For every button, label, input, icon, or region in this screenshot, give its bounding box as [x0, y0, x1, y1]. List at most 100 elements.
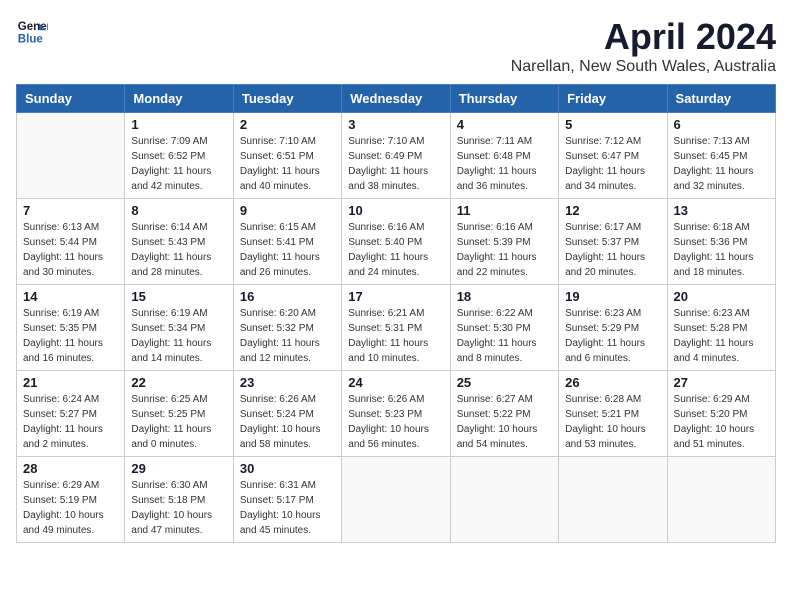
calendar-cell: 10 Sunrise: 6:16 AM Sunset: 5:40 PM Dayli… — [342, 199, 450, 285]
day-number: 17 — [348, 289, 443, 304]
calendar-cell: 13Sunrise: 6:18 AM Sunset: 5:36 PM Dayli… — [667, 199, 775, 285]
calendar-cell: 8 Sunrise: 6:14 AM Sunset: 5:43 PM Daylig… — [125, 199, 233, 285]
day-info: Sunrise: 7:09 AM Sunset: 6:52 PM Dayligh… — [131, 134, 226, 194]
calendar-cell: 6 Sunrise: 7:13 AM Sunset: 6:45 PM Daylig… — [667, 113, 775, 199]
calendar-cell: 19 Sunrise: 6:23 AM Sunset: 5:29 PM Dayli… — [559, 285, 667, 371]
day-number: 24 — [348, 375, 443, 390]
day-number: 7 — [23, 203, 118, 218]
calendar-cell: 22 Sunrise: 6:25 AM Sunset: 5:25 PM Dayli… — [125, 371, 233, 457]
calendar-cell: 17 Sunrise: 6:21 AM Sunset: 5:31 PM Dayli… — [342, 285, 450, 371]
calendar-cell: 20 Sunrise: 6:23 AM Sunset: 5:28 PM Dayli… — [667, 285, 775, 371]
day-number: 28 — [23, 461, 118, 476]
calendar-cell: 28 Sunrise: 6:29 AM Sunset: 5:19 PM Dayli… — [17, 457, 125, 543]
day-number: 8 — [131, 203, 226, 218]
day-info: Sunrise: 7:11 AM Sunset: 6:48 PM Dayligh… — [457, 134, 552, 194]
day-number: 18 — [457, 289, 552, 304]
calendar-cell: 12 Sunrise: 6:17 AM Sunset: 5:37 PM Dayli… — [559, 199, 667, 285]
calendar-cell — [559, 457, 667, 543]
calendar-week-row: 7 Sunrise: 6:13 AM Sunset: 5:44 PM Daylig… — [17, 199, 776, 285]
day-info: Sunrise: 6:20 AM Sunset: 5:32 PM Dayligh… — [240, 306, 335, 366]
calendar-cell: 21Sunrise: 6:24 AM Sunset: 5:27 PM Dayli… — [17, 371, 125, 457]
day-number: 6 — [674, 117, 769, 132]
day-info: Sunrise: 6:23 AM Sunset: 5:29 PM Dayligh… — [565, 306, 660, 366]
location-title: Narellan, New South Wales, Australia — [511, 58, 776, 76]
day-info: Sunrise: 6:27 AM Sunset: 5:22 PM Dayligh… — [457, 392, 552, 452]
logo: General Blue — [16, 16, 48, 48]
day-info: Sunrise: 6:13 AM Sunset: 5:44 PM Dayligh… — [23, 220, 118, 280]
day-number: 11 — [457, 203, 552, 218]
weekday-header: Wednesday — [342, 85, 450, 113]
calendar-cell: 4 Sunrise: 7:11 AM Sunset: 6:48 PM Daylig… — [450, 113, 558, 199]
day-number: 25 — [457, 375, 552, 390]
day-info: Sunrise: 6:19 AM Sunset: 5:35 PM Dayligh… — [23, 306, 118, 366]
calendar-cell: 7 Sunrise: 6:13 AM Sunset: 5:44 PM Daylig… — [17, 199, 125, 285]
day-info: Sunrise: 7:12 AM Sunset: 6:47 PM Dayligh… — [565, 134, 660, 194]
month-title: April 2024 — [511, 16, 776, 58]
calendar-cell — [667, 457, 775, 543]
day-info: Sunrise: 6:22 AM Sunset: 5:30 PM Dayligh… — [457, 306, 552, 366]
day-info: Sunrise: 6:25 AM Sunset: 5:25 PM Dayligh… — [131, 392, 226, 452]
day-info: Sunrise: 6:17 AM Sunset: 5:37 PM Dayligh… — [565, 220, 660, 280]
day-number: 15 — [131, 289, 226, 304]
calendar-cell: 3Sunrise: 7:10 AM Sunset: 6:49 PM Daylig… — [342, 113, 450, 199]
day-info: Sunrise: 6:29 AM Sunset: 5:20 PM Dayligh… — [674, 392, 769, 452]
weekday-header: Saturday — [667, 85, 775, 113]
calendar-cell: 24 Sunrise: 6:26 AM Sunset: 5:23 PM Dayli… — [342, 371, 450, 457]
day-number: 27 — [674, 375, 769, 390]
day-info: Sunrise: 7:10 AM Sunset: 6:51 PM Dayligh… — [240, 134, 335, 194]
day-number: 26 — [565, 375, 660, 390]
calendar-week-row: 14 Sunrise: 6:19 AM Sunset: 5:35 PM Dayli… — [17, 285, 776, 371]
calendar-cell: 14 Sunrise: 6:19 AM Sunset: 5:35 PM Dayli… — [17, 285, 125, 371]
day-info: Sunrise: 6:18 AM Sunset: 5:36 PM Dayligh… — [674, 220, 769, 280]
svg-text:General: General — [18, 21, 48, 33]
weekday-header: Sunday — [17, 85, 125, 113]
day-info: Sunrise: 6:26 AM Sunset: 5:24 PM Dayligh… — [240, 392, 335, 452]
day-info: Sunrise: 6:16 AM Sunset: 5:40 PM Dayligh… — [348, 220, 443, 280]
weekday-header: Friday — [559, 85, 667, 113]
day-number: 5 — [565, 117, 660, 132]
day-number: 19 — [565, 289, 660, 304]
day-info: Sunrise: 6:31 AM Sunset: 5:17 PM Dayligh… — [240, 478, 335, 538]
day-number: 20 — [674, 289, 769, 304]
calendar-cell: 16Sunrise: 6:20 AM Sunset: 5:32 PM Dayli… — [233, 285, 341, 371]
calendar-cell: 27 Sunrise: 6:29 AM Sunset: 5:20 PM Dayli… — [667, 371, 775, 457]
day-info: Sunrise: 7:13 AM Sunset: 6:45 PM Dayligh… — [674, 134, 769, 194]
day-info: Sunrise: 6:23 AM Sunset: 5:28 PM Dayligh… — [674, 306, 769, 366]
day-number: 14 — [23, 289, 118, 304]
day-number: 30 — [240, 461, 335, 476]
calendar-cell: 11Sunrise: 6:16 AM Sunset: 5:39 PM Dayli… — [450, 199, 558, 285]
day-number: 4 — [457, 117, 552, 132]
weekday-header-row: SundayMondayTuesdayWednesdayThursdayFrid… — [17, 85, 776, 113]
day-number: 12 — [565, 203, 660, 218]
calendar-cell: 15 Sunrise: 6:19 AM Sunset: 5:34 PM Dayli… — [125, 285, 233, 371]
calendar-week-row: 28 Sunrise: 6:29 AM Sunset: 5:19 PM Dayli… — [17, 457, 776, 543]
calendar-cell: 30 Sunrise: 6:31 AM Sunset: 5:17 PM Dayli… — [233, 457, 341, 543]
day-info: Sunrise: 6:21 AM Sunset: 5:31 PM Dayligh… — [348, 306, 443, 366]
calendar-cell: 18 Sunrise: 6:22 AM Sunset: 5:30 PM Dayli… — [450, 285, 558, 371]
day-number: 23 — [240, 375, 335, 390]
day-number: 21 — [23, 375, 118, 390]
calendar-cell — [342, 457, 450, 543]
calendar-cell: 23 Sunrise: 6:26 AM Sunset: 5:24 PM Dayli… — [233, 371, 341, 457]
day-info: Sunrise: 6:30 AM Sunset: 5:18 PM Dayligh… — [131, 478, 226, 538]
day-info: Sunrise: 6:14 AM Sunset: 5:43 PM Dayligh… — [131, 220, 226, 280]
day-info: Sunrise: 6:19 AM Sunset: 5:34 PM Dayligh… — [131, 306, 226, 366]
day-number: 2 — [240, 117, 335, 132]
calendar-week-row: 1Sunrise: 7:09 AM Sunset: 6:52 PM Daylig… — [17, 113, 776, 199]
calendar-table: SundayMondayTuesdayWednesdayThursdayFrid… — [16, 84, 776, 543]
calendar-cell: 2 Sunrise: 7:10 AM Sunset: 6:51 PM Daylig… — [233, 113, 341, 199]
weekday-header: Monday — [125, 85, 233, 113]
day-number: 3 — [348, 117, 443, 132]
logo-icon: General Blue — [16, 16, 48, 48]
calendar-cell: 5 Sunrise: 7:12 AM Sunset: 6:47 PM Daylig… — [559, 113, 667, 199]
day-info: Sunrise: 6:29 AM Sunset: 5:19 PM Dayligh… — [23, 478, 118, 538]
weekday-header: Tuesday — [233, 85, 341, 113]
day-number: 10 — [348, 203, 443, 218]
calendar-cell: 25 Sunrise: 6:27 AM Sunset: 5:22 PM Dayli… — [450, 371, 558, 457]
day-info: Sunrise: 6:26 AM Sunset: 5:23 PM Dayligh… — [348, 392, 443, 452]
svg-text:Blue: Blue — [18, 34, 44, 46]
day-number: 22 — [131, 375, 226, 390]
page-header: General Blue April 2024 Narellan, New So… — [16, 16, 776, 76]
day-info: Sunrise: 6:15 AM Sunset: 5:41 PM Dayligh… — [240, 220, 335, 280]
calendar-cell: 1Sunrise: 7:09 AM Sunset: 6:52 PM Daylig… — [125, 113, 233, 199]
